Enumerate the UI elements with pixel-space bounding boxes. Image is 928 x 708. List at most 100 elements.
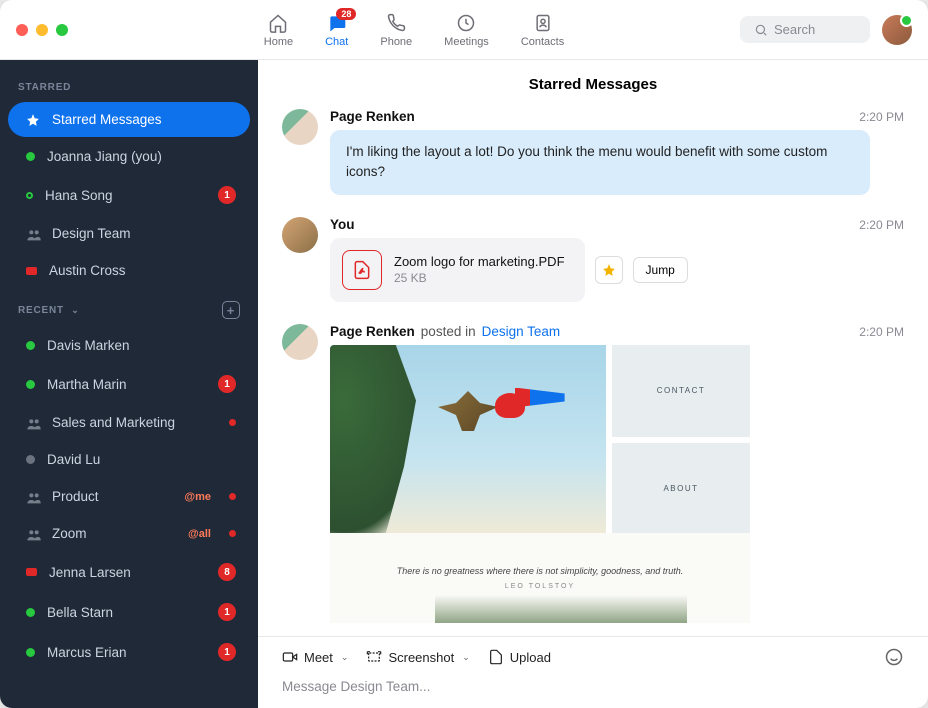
emoji-button[interactable] <box>884 647 904 667</box>
timestamp: 2:20 PM <box>859 110 904 124</box>
sender-avatar[interactable] <box>282 109 318 145</box>
preview-quote-section: There is no greatness where there is not… <box>330 533 750 623</box>
upload-button[interactable]: Upload <box>488 649 551 665</box>
message-bubble: I'm liking the layout a lot! Do you thin… <box>330 130 870 195</box>
chevron-down-icon: ⌄ <box>68 305 80 315</box>
presence-dnd-icon <box>26 568 37 576</box>
composer: Meet ⌄ Screenshot ⌄ Upload Message Desig… <box>258 636 928 708</box>
notification-dot <box>229 493 236 500</box>
sidebar-item-label: David Lu <box>47 452 236 467</box>
file-name: Zoom logo for marketing.PDF <box>394 254 565 269</box>
group-icon <box>26 528 40 540</box>
star-button[interactable] <box>595 256 623 284</box>
sidebar-item-label: Product <box>52 489 172 504</box>
unread-badge: 1 <box>218 375 236 393</box>
sidebar-item-label: Jenna Larsen <box>49 565 206 580</box>
heading-label: STARRED <box>18 82 71 93</box>
contacts-icon <box>532 12 554 34</box>
sender-avatar[interactable] <box>282 324 318 360</box>
nav-chat[interactable]: 28 Chat <box>325 12 348 48</box>
nav-contacts[interactable]: Contacts <box>521 12 564 48</box>
sidebar-item-label: Hana Song <box>45 188 206 203</box>
posted-label: posted in <box>421 324 476 339</box>
presence-online-icon <box>26 380 35 389</box>
add-button[interactable]: + <box>222 301 240 319</box>
unread-badge: 1 <box>218 603 236 621</box>
timestamp: 2:20 PM <box>859 218 904 232</box>
channel-link[interactable]: Design Team <box>482 324 561 339</box>
sidebar-item-joanna[interactable]: Joanna Jiang (you) <box>8 139 250 174</box>
sidebar-item-martha[interactable]: Martha Marin 1 <box>8 365 250 403</box>
group-icon <box>26 228 40 240</box>
sender-name: Page Renken <box>330 324 415 339</box>
sidebar-item-davis[interactable]: Davis Marken <box>8 328 250 363</box>
notification-dot <box>229 419 236 426</box>
search-input[interactable]: Search <box>740 16 870 43</box>
message-row: Page Renken 2:20 PM I'm liking the layou… <box>282 109 904 195</box>
presence-online-icon <box>26 608 35 617</box>
nav-meetings[interactable]: Meetings <box>444 12 489 48</box>
preview-hero-image <box>330 345 606 535</box>
sidebar-item-bella[interactable]: Bella Starn 1 <box>8 593 250 631</box>
body: STARRED Starred Messages Joanna Jiang (y… <box>0 60 928 708</box>
chat-main: Starred Messages Page Renken 2:20 PM I'm… <box>258 60 928 708</box>
sidebar-item-label: Austin Cross <box>49 263 236 278</box>
mention-badge: @me <box>184 491 211 503</box>
topbar: Home 28 Chat Phone Meetings Contacts S <box>0 0 928 60</box>
tool-label: Screenshot <box>388 650 454 665</box>
sender-avatar[interactable] <box>282 217 318 253</box>
nav-home[interactable]: Home <box>264 12 293 48</box>
sidebar-item-sales[interactable]: Sales and Marketing <box>8 405 250 440</box>
presence-online-icon <box>26 341 35 350</box>
quote-author: LEO TOLSTOY <box>505 583 575 590</box>
unread-badge: 1 <box>218 643 236 661</box>
jump-button[interactable]: Jump <box>633 257 688 283</box>
message-input[interactable]: Message Design Team... <box>282 675 904 698</box>
screenshot-button[interactable]: Screenshot ⌄ <box>366 649 469 665</box>
tool-label: Meet <box>304 650 333 665</box>
sidebar-item-design-team[interactable]: Design Team <box>8 216 250 251</box>
maximize-window-button[interactable] <box>56 24 68 36</box>
chat-title: Starred Messages <box>258 60 928 109</box>
sidebar-recent-heading[interactable]: RECENT ⌄ + <box>0 289 258 327</box>
sidebar-item-product[interactable]: Product @me <box>8 479 250 514</box>
presence-away-icon <box>26 192 33 199</box>
group-icon <box>26 417 40 429</box>
sidebar-item-zoom[interactable]: Zoom @all <box>8 516 250 551</box>
search-icon <box>754 23 768 37</box>
profile-avatar[interactable] <box>882 15 912 45</box>
screenshot-icon <box>366 649 382 665</box>
message-row: You 2:20 PM Zoom logo for marketing.PDF … <box>282 217 904 302</box>
preview-tile: ABOUT <box>612 443 750 535</box>
file-attachment[interactable]: Zoom logo for marketing.PDF 25 KB <box>330 238 585 302</box>
nav-label: Meetings <box>444 36 489 48</box>
sidebar-starred-heading: STARRED <box>0 70 258 101</box>
chevron-down-icon: ⌄ <box>341 652 349 663</box>
sidebar-item-marcus[interactable]: Marcus Erian 1 <box>8 633 250 671</box>
sidebar-item-jenna[interactable]: Jenna Larsen 8 <box>8 553 250 591</box>
close-window-button[interactable] <box>16 24 28 36</box>
sidebar-item-label: Sales and Marketing <box>52 415 217 430</box>
quote-text: There is no greatness where there is not… <box>397 565 683 578</box>
sidebar-item-label: Joanna Jiang (you) <box>47 149 236 164</box>
sidebar: STARRED Starred Messages Joanna Jiang (y… <box>0 60 258 708</box>
nav-label: Home <box>264 36 293 48</box>
meet-button[interactable]: Meet ⌄ <box>282 649 348 665</box>
search-placeholder: Search <box>774 22 815 37</box>
unread-badge: 8 <box>218 563 236 581</box>
sidebar-item-starred-messages[interactable]: Starred Messages <box>8 102 250 137</box>
nav-label: Contacts <box>521 36 564 48</box>
clock-icon <box>455 12 477 34</box>
nav-phone[interactable]: Phone <box>380 12 412 48</box>
sidebar-item-david[interactable]: David Lu <box>8 442 250 477</box>
timestamp: 2:20 PM <box>859 325 904 339</box>
file-size: 25 KB <box>394 271 565 285</box>
top-navigation: Home 28 Chat Phone Meetings Contacts <box>264 12 564 48</box>
presence-online-icon <box>26 152 35 161</box>
minimize-window-button[interactable] <box>36 24 48 36</box>
group-icon <box>26 491 40 503</box>
image-preview[interactable]: CONTACT ABOUT There is no greatness wher… <box>330 345 904 623</box>
heading-label: RECENT <box>18 305 64 316</box>
sidebar-item-hana[interactable]: Hana Song 1 <box>8 176 250 214</box>
sidebar-item-austin[interactable]: Austin Cross <box>8 253 250 288</box>
